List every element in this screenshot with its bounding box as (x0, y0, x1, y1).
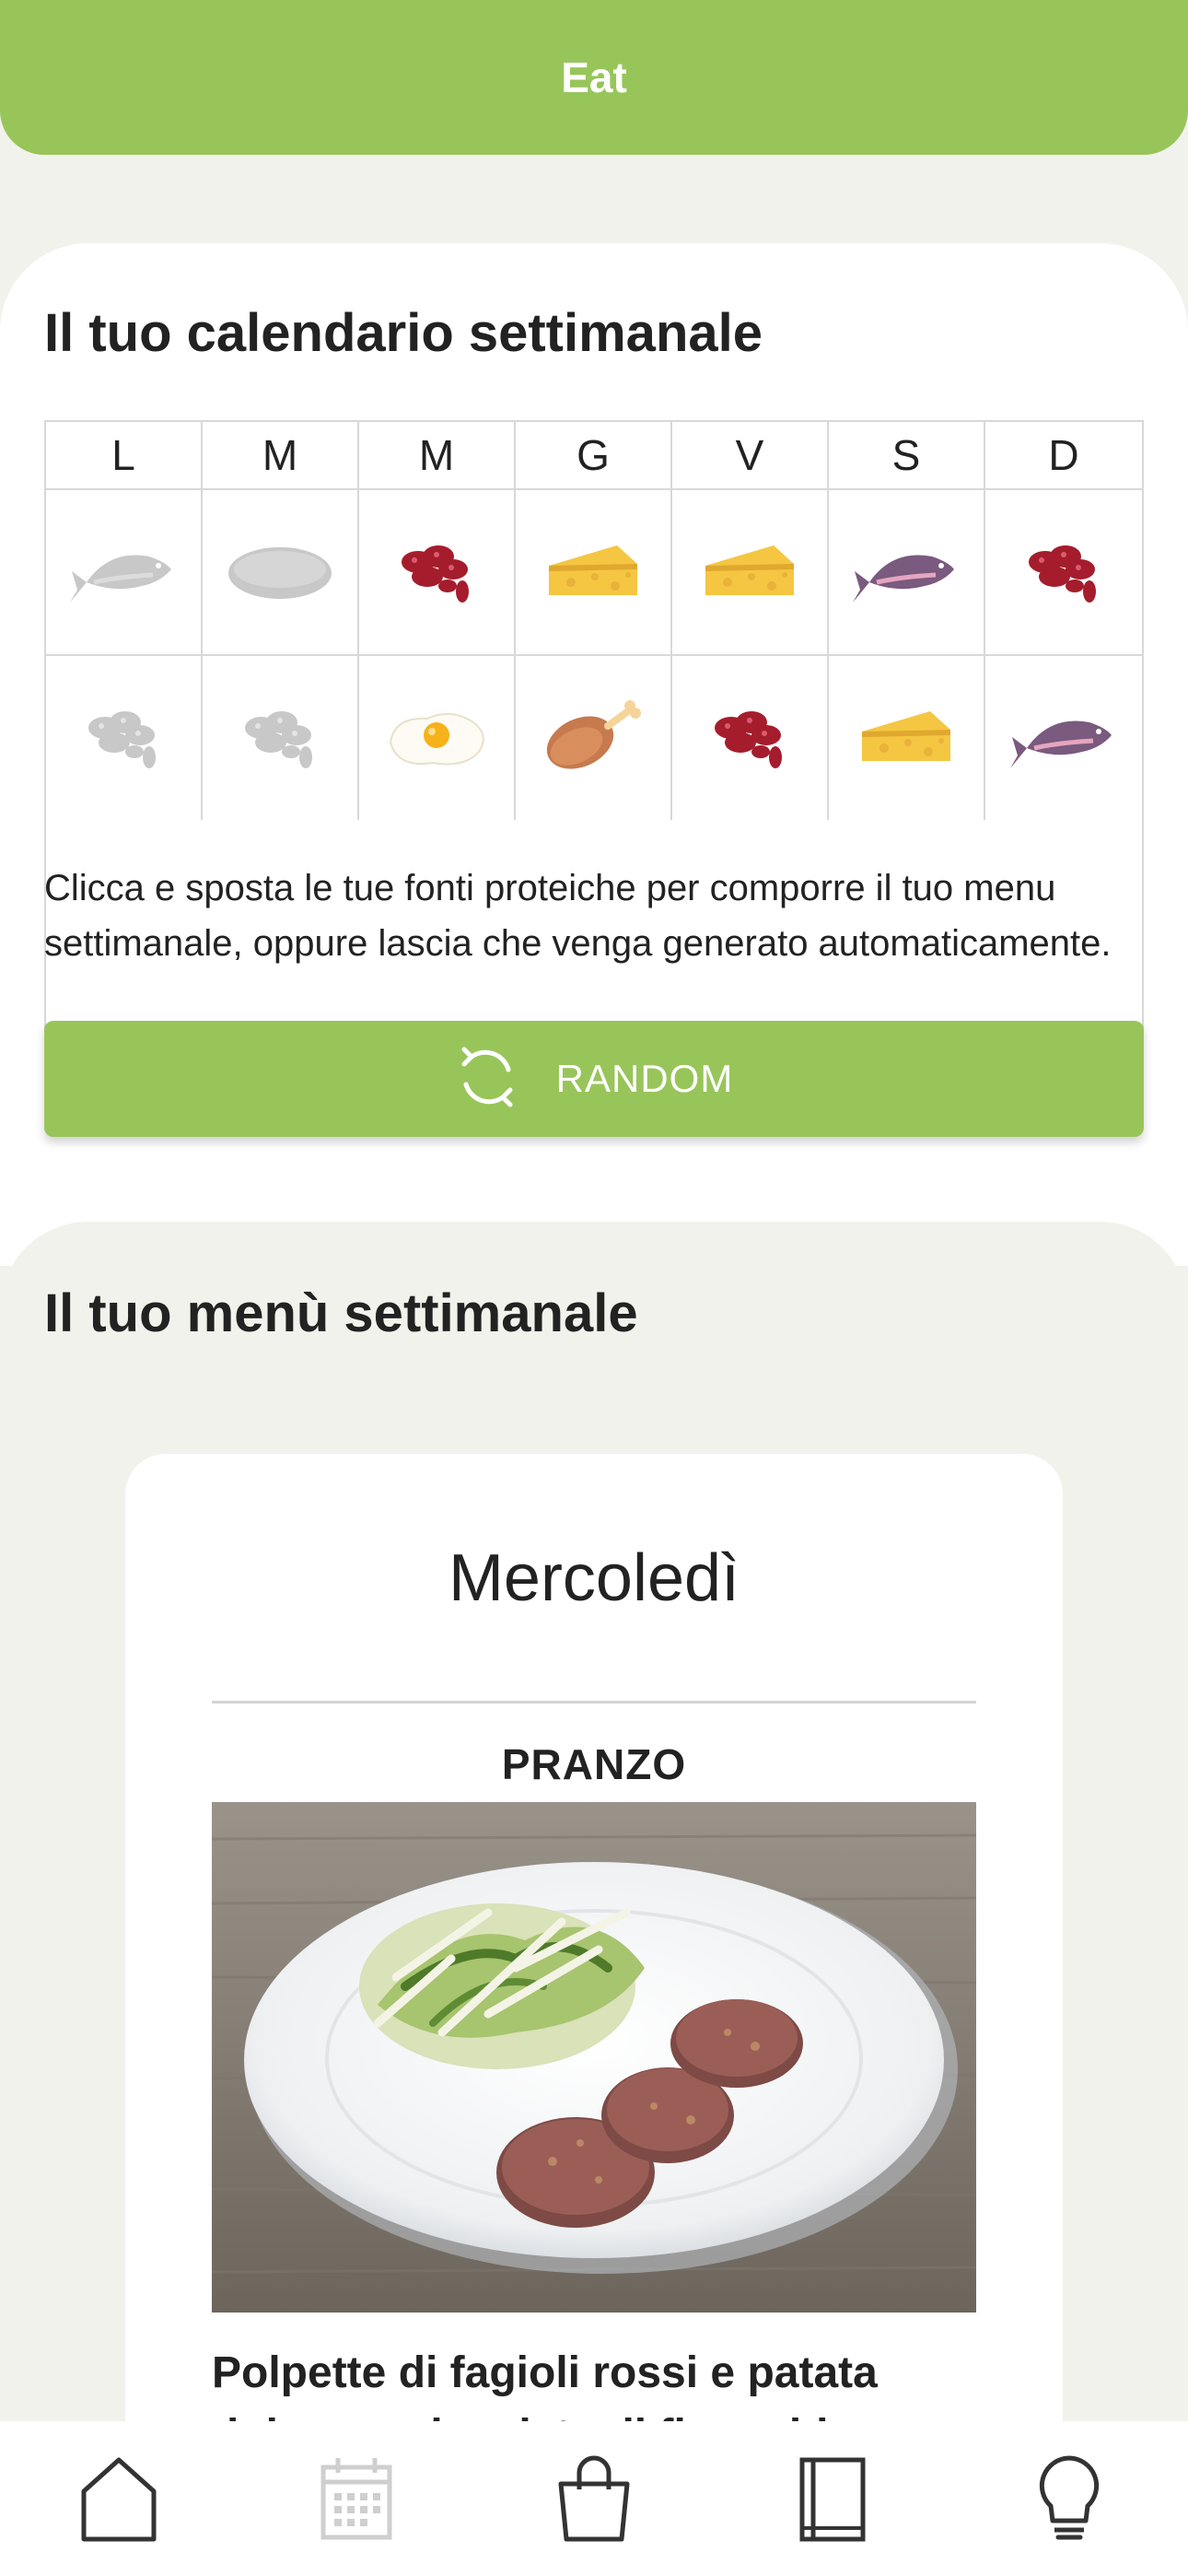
fish-icon (1008, 695, 1119, 782)
egg-icon (381, 695, 492, 782)
cheese-icon (694, 529, 805, 616)
calendar-slot[interactable] (359, 656, 516, 820)
day-label: V (735, 431, 764, 479)
calendar-slot[interactable] (672, 490, 829, 656)
nav-recipes[interactable] (776, 2443, 887, 2554)
top-bar: Eat (0, 0, 1188, 155)
page-title: Eat (561, 53, 627, 101)
day-label: D (1048, 431, 1079, 479)
day-header: M (359, 422, 516, 490)
day-header: L (46, 422, 203, 490)
chicken-leg-icon (538, 695, 648, 782)
calendar-icon (320, 2458, 392, 2540)
cheese-icon (538, 529, 648, 616)
weekly-menu-section: Il tuo menù settimanale Mercoledì PRANZO (0, 1222, 1188, 2576)
day-header: D (985, 422, 1142, 490)
day-header: V (672, 422, 829, 490)
mushroom-icon (225, 529, 335, 616)
menu-title: Il tuo menù settimanale (44, 1283, 638, 1343)
lightbulb-icon (1039, 2455, 1100, 2540)
dish-image (212, 1802, 976, 2313)
day-header: G (516, 422, 672, 490)
nav-home[interactable] (64, 2443, 174, 2554)
bottom-navigation (0, 2421, 1188, 2576)
refresh-icon (455, 1038, 519, 1120)
nav-calendar[interactable] (301, 2443, 412, 2554)
calendar-slot[interactable] (985, 656, 1142, 820)
nav-tips[interactable] (1014, 2443, 1124, 2554)
divider (212, 1701, 976, 1704)
fish-icon (851, 529, 961, 616)
fish-icon (68, 529, 179, 616)
calendar-slot[interactable] (203, 490, 359, 656)
app-screen: Eat Il tuo calendario settimanale L M M … (0, 0, 1188, 2576)
day-header: S (829, 422, 985, 490)
day-label: G (577, 431, 610, 479)
shopping-bag-icon (558, 2455, 630, 2542)
beans-icon (225, 695, 335, 782)
dish-photo[interactable] (212, 1802, 976, 2313)
meal-label: PRANZO (501, 1740, 687, 1788)
book-icon (799, 2457, 866, 2542)
menu-day-title: Mercoledì (448, 1541, 740, 1615)
calendar-slot[interactable] (829, 656, 985, 820)
day-label: L (111, 431, 135, 479)
calendar-slot[interactable] (359, 490, 516, 656)
calendar-slot[interactable] (672, 656, 829, 820)
beans-icon (694, 695, 805, 782)
calendar-slot[interactable] (516, 656, 672, 820)
cheese-icon (851, 695, 961, 782)
calendar-slot[interactable] (829, 490, 985, 656)
menu-day-card[interactable]: Mercoledì PRANZO Polpette di fagioli ros… (125, 1454, 1063, 2576)
day-header: M (203, 422, 359, 490)
weekly-calendar-card: Il tuo calendario settimanale L M M G V … (0, 243, 1188, 1266)
calendar-title: Il tuo calendario settimanale (44, 303, 763, 363)
random-button-label: RANDOM (555, 1057, 734, 1100)
calendar-slot[interactable] (516, 490, 672, 656)
calendar-slot[interactable] (46, 656, 203, 820)
beans-icon (68, 695, 179, 782)
beans-icon (1008, 529, 1119, 616)
calendar-help-text: Clicca e sposta le tue fonti proteiche p… (44, 868, 1112, 964)
day-label: M (262, 431, 298, 479)
calendar-slot[interactable] (203, 656, 359, 820)
day-label: S (891, 431, 921, 479)
day-label: M (418, 431, 455, 479)
beans-icon (381, 529, 492, 616)
calendar-slot[interactable] (985, 490, 1142, 656)
home-icon (81, 2457, 157, 2542)
calendar-slot[interactable] (46, 490, 203, 656)
random-button[interactable]: RANDOM (44, 1021, 1144, 1137)
nav-shopping[interactable] (539, 2443, 649, 2554)
